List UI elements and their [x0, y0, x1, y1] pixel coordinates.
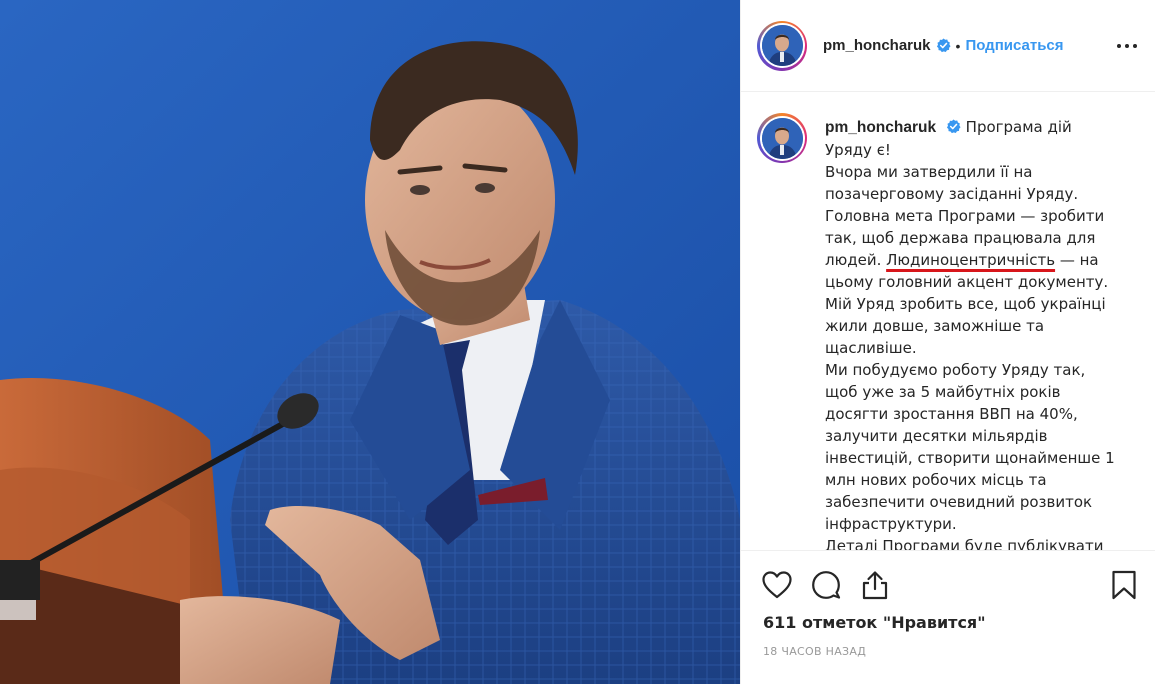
- comment-icon[interactable]: [810, 569, 842, 601]
- share-icon[interactable]: [859, 569, 891, 601]
- caption-line: Деталі Програми буде публікувати: [825, 537, 1104, 550]
- photo-illustration: [0, 0, 740, 684]
- post-header: pm_honcharuk • Подписаться: [741, 0, 1155, 92]
- caption-line: позачерговому засіданні Уряду.: [825, 185, 1079, 203]
- likes-count[interactable]: 611 отметок "Нравится": [763, 613, 986, 632]
- header-username[interactable]: pm_honcharuk: [823, 37, 931, 54]
- caption-verified-badge-icon: [946, 119, 961, 134]
- caption-line: — на: [1059, 251, 1099, 269]
- separator-dot: •: [955, 37, 961, 54]
- post-timestamp[interactable]: 18 ЧАСОВ НАЗАД: [763, 645, 866, 658]
- caption-line: цьому головний акцент документу.: [825, 273, 1109, 291]
- caption-line: інфраструктури.: [825, 515, 957, 533]
- caption-username[interactable]: pm_honcharuk: [825, 119, 936, 136]
- post-actions: 611 отметок "Нравится" 18 ЧАСОВ НАЗАД: [741, 550, 1155, 684]
- follow-button[interactable]: Подписаться: [965, 37, 1063, 54]
- caption-line: Вчора ми затвердили її на: [825, 163, 1033, 181]
- caption-line: Головна мета Програми — зробити: [825, 207, 1105, 225]
- caption-line: Уряду є!: [825, 141, 891, 159]
- heart-icon[interactable]: [761, 569, 793, 601]
- post-side-panel: pm_honcharuk • Подписаться pm_honcharuk …: [740, 0, 1155, 684]
- caption-line: так, щоб держава працювала для: [825, 229, 1096, 247]
- caption-line: забезпечити очевидний розвиток: [825, 493, 1093, 511]
- caption-text: pm_honcharuk Програма дій Уряду є! Вчора…: [825, 116, 1125, 550]
- caption-line: Ми побудуємо роботу Уряду так,: [825, 361, 1086, 379]
- post-photo[interactable]: [0, 0, 740, 684]
- caption-line: Мій Уряд зробить все, щоб українці: [825, 295, 1106, 313]
- caption-line: млн нових робочих місць та: [825, 471, 1047, 489]
- caption-line: щоб уже за 5 майбутніх років: [825, 383, 1061, 401]
- caption-line: Програма дій: [965, 118, 1072, 136]
- caption-line: інвестицій, створити щонайменше 1: [825, 449, 1115, 467]
- caption-avatar-photo: [761, 117, 803, 159]
- caption-avatar[interactable]: [757, 113, 807, 163]
- bookmark-icon[interactable]: [1108, 569, 1140, 601]
- highlighted-word: Людиноцентричність: [886, 251, 1056, 269]
- verified-badge-icon: [936, 38, 951, 53]
- more-options-icon[interactable]: [1117, 36, 1137, 56]
- avatar[interactable]: [757, 20, 807, 71]
- caption-area[interactable]: pm_honcharuk Програма дій Уряду є! Вчора…: [741, 92, 1155, 550]
- caption-line: досягти зростання ВВП на 40%,: [825, 405, 1078, 423]
- caption-line: щасливіше.: [825, 339, 917, 357]
- caption-line: людей.: [825, 251, 882, 269]
- caption-line: залучити десятки мільярдів: [825, 427, 1048, 445]
- avatar-photo: [761, 25, 803, 66]
- caption-line: жили довше, заможніше та: [825, 317, 1045, 335]
